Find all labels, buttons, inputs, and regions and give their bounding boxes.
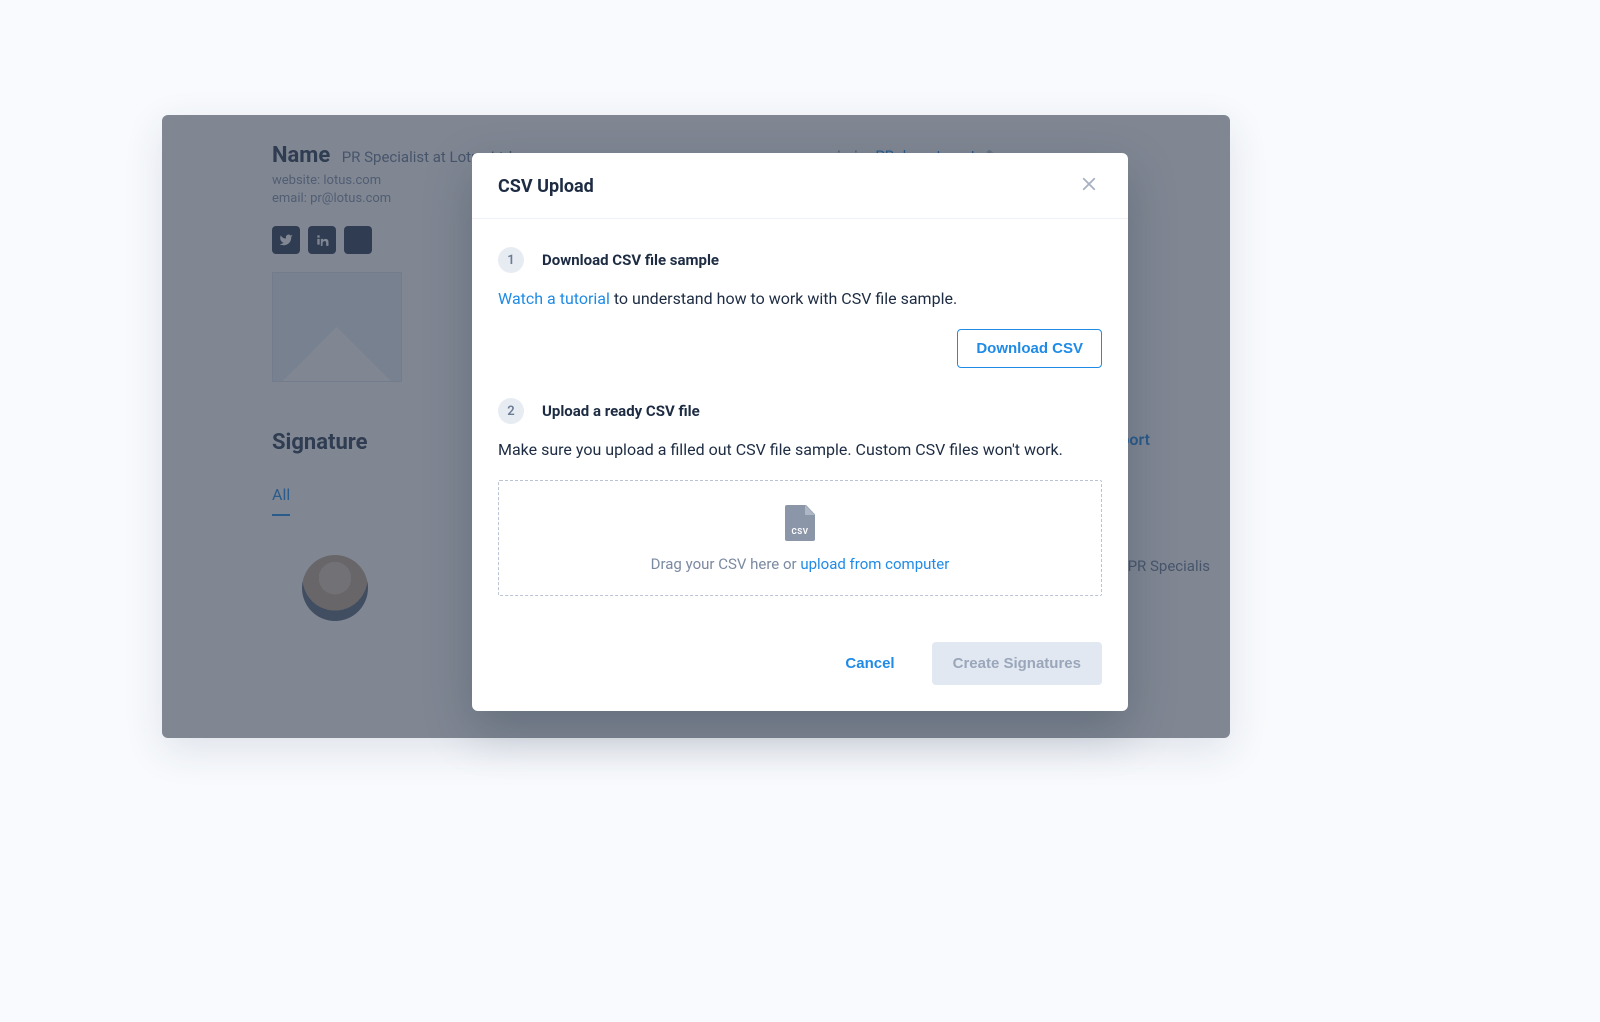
create-signatures-button[interactable]: Create Signatures [932, 642, 1102, 685]
download-csv-button[interactable]: Download CSV [957, 329, 1102, 368]
csv-file-icon: CSV [785, 505, 815, 541]
modal-header: CSV Upload [472, 153, 1128, 219]
csv-icon-label: CSV [785, 527, 815, 536]
cancel-button[interactable]: Cancel [826, 644, 913, 683]
step-1-description: Watch a tutorial to understand how to wo… [498, 287, 1102, 311]
step-2-description: Make sure you upload a filled out CSV fi… [498, 438, 1102, 462]
step-1-header: 1 Download CSV file sample [498, 247, 1102, 273]
modal-body: 1 Download CSV file sample Watch a tutor… [472, 219, 1128, 634]
step-1-badge: 1 [498, 247, 524, 273]
step-2-badge: 2 [498, 398, 524, 424]
step-2-header: 2 Upload a ready CSV file [498, 398, 1102, 424]
close-icon[interactable] [1076, 171, 1102, 202]
csv-upload-modal: CSV Upload 1 Download CSV file sample Wa… [472, 153, 1128, 711]
csv-dropzone[interactable]: CSV Drag your CSV here or upload from co… [498, 480, 1102, 596]
step-1-title: Download CSV file sample [542, 251, 719, 269]
upload-from-computer-link[interactable]: upload from computer [800, 555, 949, 573]
step-1-description-rest: to understand how to work with CSV file … [610, 289, 957, 308]
modal-title: CSV Upload [498, 176, 594, 197]
modal-footer: Cancel Create Signatures [472, 634, 1128, 711]
step-2-title: Upload a ready CSV file [542, 402, 700, 420]
watch-tutorial-link[interactable]: Watch a tutorial [498, 289, 610, 308]
dropzone-text-static: Drag your CSV here or [651, 555, 801, 573]
dropzone-text: Drag your CSV here or upload from comput… [651, 555, 950, 573]
